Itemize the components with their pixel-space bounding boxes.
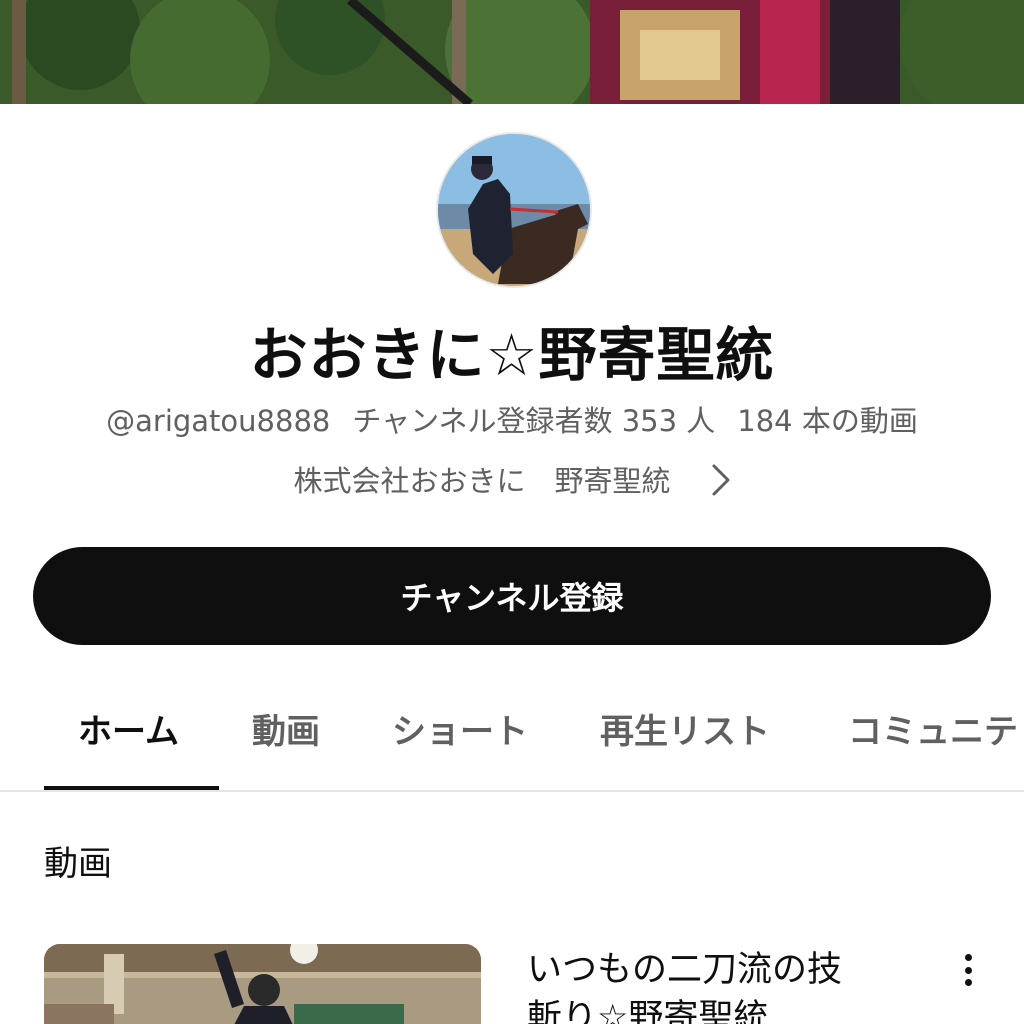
tab-playlists[interactable]: 再生リスト xyxy=(600,702,770,788)
subscribe-button[interactable]: チャンネル登録 xyxy=(33,547,991,645)
channel-tabs: ホーム 動画 ショート 再生リスト コミュニテ xyxy=(0,690,1024,792)
video-title[interactable]: いつもの二刀流の技 斬り☆野寄聖統 xyxy=(527,946,927,1024)
video-title-line1: いつもの二刀流の技 xyxy=(527,950,843,990)
section-title: 動画 xyxy=(44,844,112,884)
channel-handle: @arigatou8888 xyxy=(106,404,331,438)
more-vert-icon[interactable] xyxy=(952,950,984,990)
channel-meta: @arigatou8888 チャンネル登録者数 353 人 184 本の動画 xyxy=(0,398,1024,440)
tab-videos[interactable]: 動画 xyxy=(252,702,320,788)
channel-avatar[interactable] xyxy=(436,132,592,288)
tab-home[interactable]: ホーム xyxy=(78,702,179,788)
channel-name: おおきに☆野寄聖統 xyxy=(249,321,775,389)
video-thumbnail[interactable] xyxy=(44,944,481,1024)
video-count: 184 本の動画 xyxy=(737,404,918,438)
tab-shorts[interactable]: ショート xyxy=(392,702,528,788)
video-title-line2: 斬り☆野寄聖統 xyxy=(527,998,769,1024)
subscriber-count: チャンネル登録者数 353 人 xyxy=(352,404,716,438)
channel-link-text[interactable]: 株式会社おおきに 野寄聖統 xyxy=(293,464,670,498)
tab-community[interactable]: コミュニテ xyxy=(848,702,1018,788)
chevron-right-icon[interactable] xyxy=(711,463,731,504)
channel-banner xyxy=(0,0,1024,104)
tabs-divider xyxy=(0,790,1024,792)
banner-image xyxy=(0,0,1024,104)
channel-link-row[interactable]: 株式会社おおきに 野寄聖統 xyxy=(0,458,1024,504)
